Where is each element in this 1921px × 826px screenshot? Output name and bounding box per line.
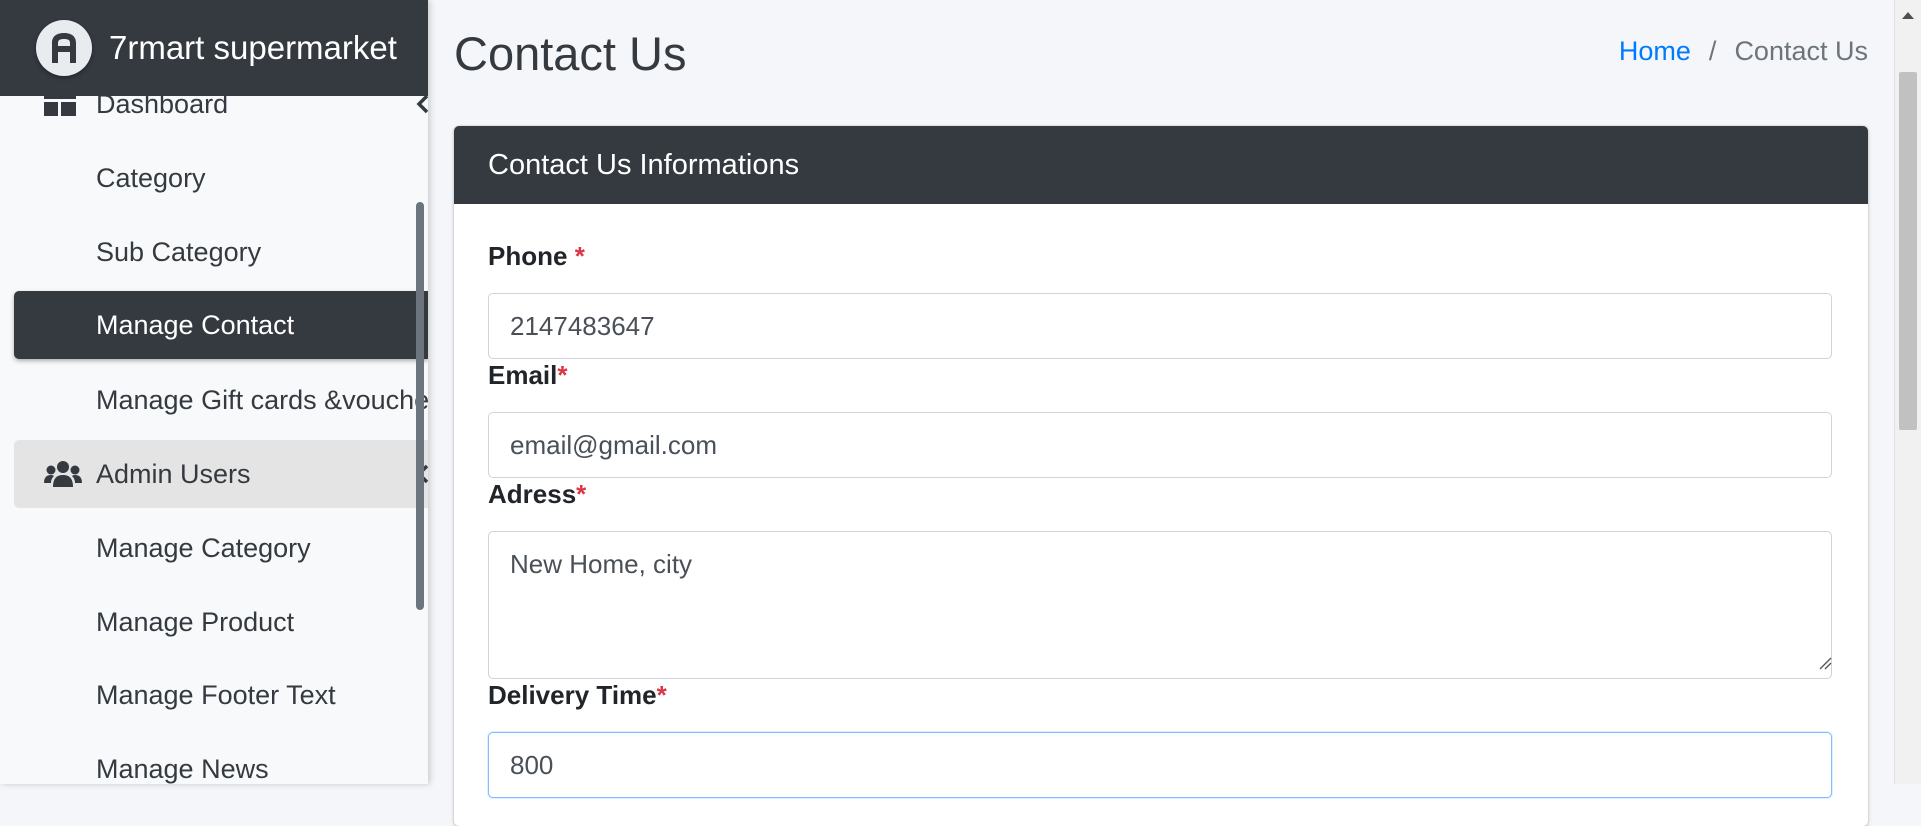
delivery-time-label: Delivery Time* <box>488 680 667 711</box>
brand-logo-icon <box>36 20 92 76</box>
email-input[interactable] <box>488 412 1832 478</box>
page-title: Contact Us <box>454 27 687 80</box>
sidebar-item-label: Manage Footer Text <box>96 679 336 710</box>
sidebar-item-manage-footer-text[interactable]: Manage Footer Text <box>14 661 428 729</box>
scroll-up-arrow-icon[interactable] <box>1902 6 1914 24</box>
breadcrumb-current: Contact Us <box>1734 36 1868 66</box>
sidebar: Dashboard Category Sub Category Manage C… <box>0 0 428 784</box>
address-label: Adress* <box>488 479 586 510</box>
contact-info-card: Contact Us Informations Phone * Email* A… <box>454 126 1868 826</box>
email-label: Email* <box>488 360 568 391</box>
sidebar-item-label: Manage Category <box>96 532 311 563</box>
address-field-wrapper: New Home, city <box>454 531 1868 679</box>
delivery-time-input[interactable] <box>488 732 1832 798</box>
sidebar-item-label: Manage Product <box>96 606 295 637</box>
phone-label: Phone * <box>488 241 585 272</box>
breadcrumb-separator: / <box>1708 36 1717 66</box>
sidebar-item-manage-gift-cards[interactable]: Manage Gift cards &vouchers <box>14 366 428 434</box>
resize-grip-icon[interactable] <box>1818 656 1832 675</box>
main-content: Contact Us Home / Contact Us Contact Us … <box>428 0 1894 826</box>
sidebar-item-manage-news[interactable]: Manage News <box>14 735 428 784</box>
address-textarea[interactable]: New Home, city <box>488 531 1832 679</box>
chevron-left-icon <box>416 94 428 114</box>
phone-input[interactable] <box>488 293 1832 359</box>
brand-name: 7rmart supermarket <box>109 29 397 66</box>
address-label-text: Adress <box>488 479 577 509</box>
delivery-time-label-text: Delivery Time <box>488 680 657 710</box>
sidebar-item-category[interactable]: Category <box>14 144 428 212</box>
sidebar-item-label: Manage Contact <box>96 309 295 340</box>
page-scrollbar[interactable] <box>1894 0 1921 784</box>
sidebar-item-manage-contact[interactable]: Manage Contact <box>14 291 428 359</box>
sidebar-item-label: Sub Category <box>96 236 262 267</box>
page-scrollbar-thumb[interactable] <box>1899 72 1917 430</box>
breadcrumb: Home / Contact Us <box>1619 36 1868 67</box>
card-header: Contact Us Informations <box>454 126 1868 204</box>
sidebar-item-admin-users[interactable]: Admin Users <box>14 440 428 508</box>
phone-label-text: Phone <box>488 241 568 271</box>
card-title: Contact Us Informations <box>488 148 800 181</box>
sidebar-item-label: Manage Gift cards &vouchers <box>96 384 428 415</box>
users-icon <box>44 461 82 487</box>
sidebar-item-manage-product[interactable]: Manage Product <box>14 588 428 656</box>
sidebar-item-label: Category <box>96 162 206 193</box>
required-mark: * <box>557 360 568 390</box>
sidebar-scrollbar[interactable] <box>416 202 424 610</box>
breadcrumb-home-link[interactable]: Home <box>1619 36 1691 67</box>
sidebar-item-label: Admin Users <box>96 458 251 489</box>
sidebar-item-label: Manage News <box>96 753 269 784</box>
required-mark: * <box>656 680 667 710</box>
email-label-text: Email <box>488 360 558 390</box>
sidebar-item-sub-category[interactable]: Sub Category <box>14 218 428 286</box>
required-mark: * <box>574 241 585 271</box>
sidebar-item-manage-category[interactable]: Manage Category <box>14 514 428 582</box>
brand-header[interactable]: 7rmart supermarket <box>0 0 428 96</box>
required-mark: * <box>576 479 587 509</box>
